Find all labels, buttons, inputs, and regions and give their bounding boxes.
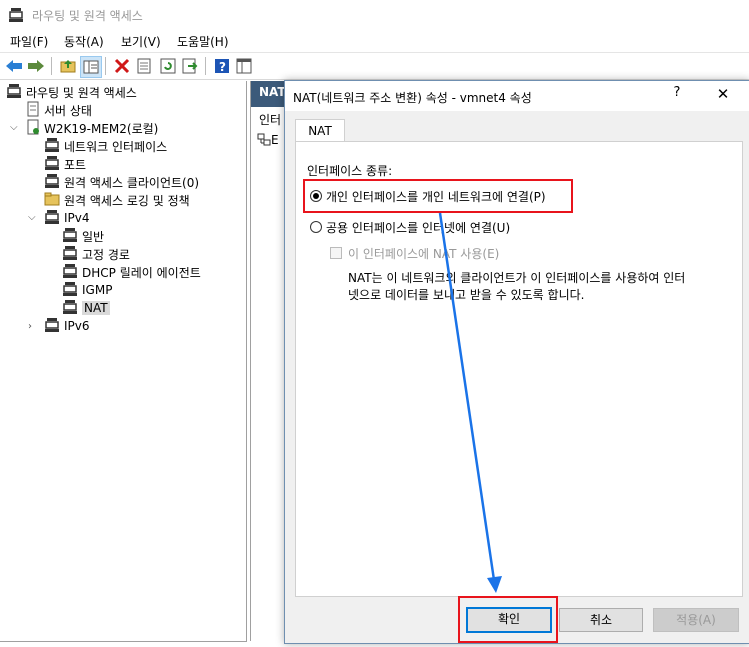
console-tree: 라우팅 및 원격 액세스 서버 상태 ⌵ W2K19-MEM2(로컬) 네트워크… (0, 81, 247, 642)
tree-label: 일반 (82, 229, 105, 244)
window-title-bar: 라우팅 및 원격 액세스 (0, 0, 749, 30)
tree-label: W2K19-MEM2(로컬) (44, 121, 159, 136)
routing-icon (62, 299, 78, 318)
tree-node-static-routes[interactable]: 고정 경로 (62, 245, 130, 263)
window-title: 라우팅 및 원격 액세스 (32, 9, 143, 23)
routing-icon (44, 137, 60, 156)
tree-node-network-interfaces[interactable]: 네트워크 인터페이스 (44, 137, 167, 155)
tree-node-server-status[interactable]: 서버 상태 (26, 101, 92, 119)
private-interface-radio[interactable] (310, 190, 322, 202)
interface-type-label: 인터페이스 종류: (307, 164, 393, 178)
expand-chevron-icon[interactable]: › (28, 321, 32, 332)
forward-arrow-icon[interactable] (26, 56, 46, 76)
public-interface-radio[interactable] (310, 221, 322, 233)
tree-label: DHCP 릴레이 에이전트 (82, 265, 201, 280)
routing-icon (44, 209, 60, 228)
routing-icon (44, 173, 60, 192)
tree-label: 고정 경로 (82, 247, 130, 262)
tree-label: 라우팅 및 원격 액세스 (26, 85, 137, 100)
refresh-icon[interactable] (158, 56, 178, 76)
tree-label: IGMP (82, 283, 113, 297)
routing-icon (62, 263, 78, 282)
back-arrow-icon[interactable] (4, 56, 24, 76)
console-icon[interactable] (234, 56, 254, 76)
dialog-help-button[interactable]: ? (665, 85, 689, 107)
tree-node-igmp[interactable]: IGMP (62, 281, 112, 299)
nat-description-line2: 넷으로 데이터를 보내고 받을 수 있도록 합니다. (348, 288, 585, 302)
server-status-icon (26, 101, 40, 120)
column-header[interactable]: 인터 (259, 111, 281, 128)
tree-label: 원격 액세스 로깅 및 정책 (64, 193, 190, 208)
cancel-button[interactable]: 취소 (559, 608, 643, 632)
tree-node-ports[interactable]: 포트 (44, 155, 86, 173)
nat-properties-dialog: NAT(네트워크 주소 변환) 속성 - vmnet4 속성 ? ✕ NAT 인… (284, 80, 749, 644)
menu-action[interactable]: 동작(A) (64, 33, 104, 50)
dialog-close-button[interactable]: ✕ (711, 85, 735, 107)
export-icon[interactable] (180, 56, 200, 76)
tab-nat[interactable]: NAT (295, 119, 345, 142)
tree-node-ipv6[interactable]: IPv6 (44, 317, 90, 335)
folder-icon (44, 192, 60, 209)
interface-row[interactable]: E (257, 133, 279, 147)
tree-label: IPv4 (64, 211, 90, 225)
tree-node-server[interactable]: W2K19-MEM2(로컬) (26, 119, 158, 137)
svg-text:?: ? (219, 60, 226, 74)
help-icon[interactable]: ? (212, 56, 232, 76)
tree-label: 포트 (64, 157, 87, 172)
enable-nat-label[interactable]: 이 인터페이스에 NAT 사용(E) (348, 245, 499, 262)
collapse-chevron-icon[interactable]: ⌵ (10, 122, 18, 133)
enable-nat-checkbox[interactable] (330, 247, 342, 259)
private-interface-label[interactable]: 개인 인터페이스를 개인 네트워크에 연결(P) (326, 188, 546, 205)
tree-label: NAT (82, 301, 110, 315)
nat-description-line1: NAT는 이 네트워크의 클라이언트가 이 인터페이스를 사용하여 인터 (348, 271, 686, 285)
routing-app-icon (8, 7, 24, 26)
toolbar-separator (105, 57, 106, 75)
routing-icon (6, 83, 22, 102)
tab-panel-nat: 인터페이스 종류: 개인 인터페이스를 개인 네트워크에 연결(P) 공용 인터… (295, 141, 743, 597)
tree-node-logging-policy[interactable]: 원격 액세스 로깅 및 정책 (44, 191, 190, 209)
routing-icon (62, 281, 78, 300)
tree-node-dhcp-relay[interactable]: DHCP 릴레이 에이전트 (62, 263, 201, 281)
ok-button[interactable]: 확인 (466, 607, 552, 633)
menu-view[interactable]: 보기(V) (121, 33, 161, 50)
collapse-chevron-icon[interactable]: ⌵ (28, 212, 36, 223)
tree-label: 서버 상태 (44, 103, 92, 118)
tree-node-root[interactable]: 라우팅 및 원격 액세스 (6, 83, 137, 101)
interface-row-label: E (271, 133, 279, 147)
toolbar: ? (0, 53, 749, 80)
up-folder-icon[interactable] (58, 56, 78, 76)
tree-label: 네트워크 인터페이스 (64, 139, 168, 154)
menu-bar: 파일(F) 동작(A) 보기(V) 도움말(H) (0, 30, 749, 53)
routing-icon (44, 317, 60, 336)
tree-label: 원격 액세스 클라이언트(0) (64, 175, 200, 190)
dialog-title: NAT(네트워크 주소 변환) 속성 - vmnet4 속성 (293, 91, 532, 105)
public-interface-label[interactable]: 공용 인터페이스를 인터넷에 연결(U) (326, 219, 510, 236)
apply-button[interactable]: 적용(A) (653, 608, 739, 632)
routing-icon (62, 245, 78, 264)
properties-icon[interactable] (134, 56, 154, 76)
tree-node-nat[interactable]: NAT (62, 299, 110, 317)
tree-node-remote-clients[interactable]: 원격 액세스 클라이언트(0) (44, 173, 199, 191)
routing-icon (62, 227, 78, 246)
toolbar-separator (51, 57, 52, 75)
server-icon (26, 119, 40, 138)
tree-node-ipv4[interactable]: IPv4 (44, 209, 90, 227)
menu-file[interactable]: 파일(F) (10, 33, 48, 50)
tree-node-general[interactable]: 일반 (62, 227, 104, 245)
dialog-title-bar: NAT(네트워크 주소 변환) 속성 - vmnet4 속성 ? ✕ (285, 81, 749, 111)
show-hide-tree-icon[interactable] (80, 56, 102, 78)
toolbar-separator (205, 57, 206, 75)
routing-icon (44, 155, 60, 174)
tree-label: IPv6 (64, 319, 90, 333)
menu-help[interactable]: 도움말(H) (177, 33, 229, 50)
network-icon (257, 133, 271, 146)
delete-icon[interactable] (112, 56, 132, 76)
